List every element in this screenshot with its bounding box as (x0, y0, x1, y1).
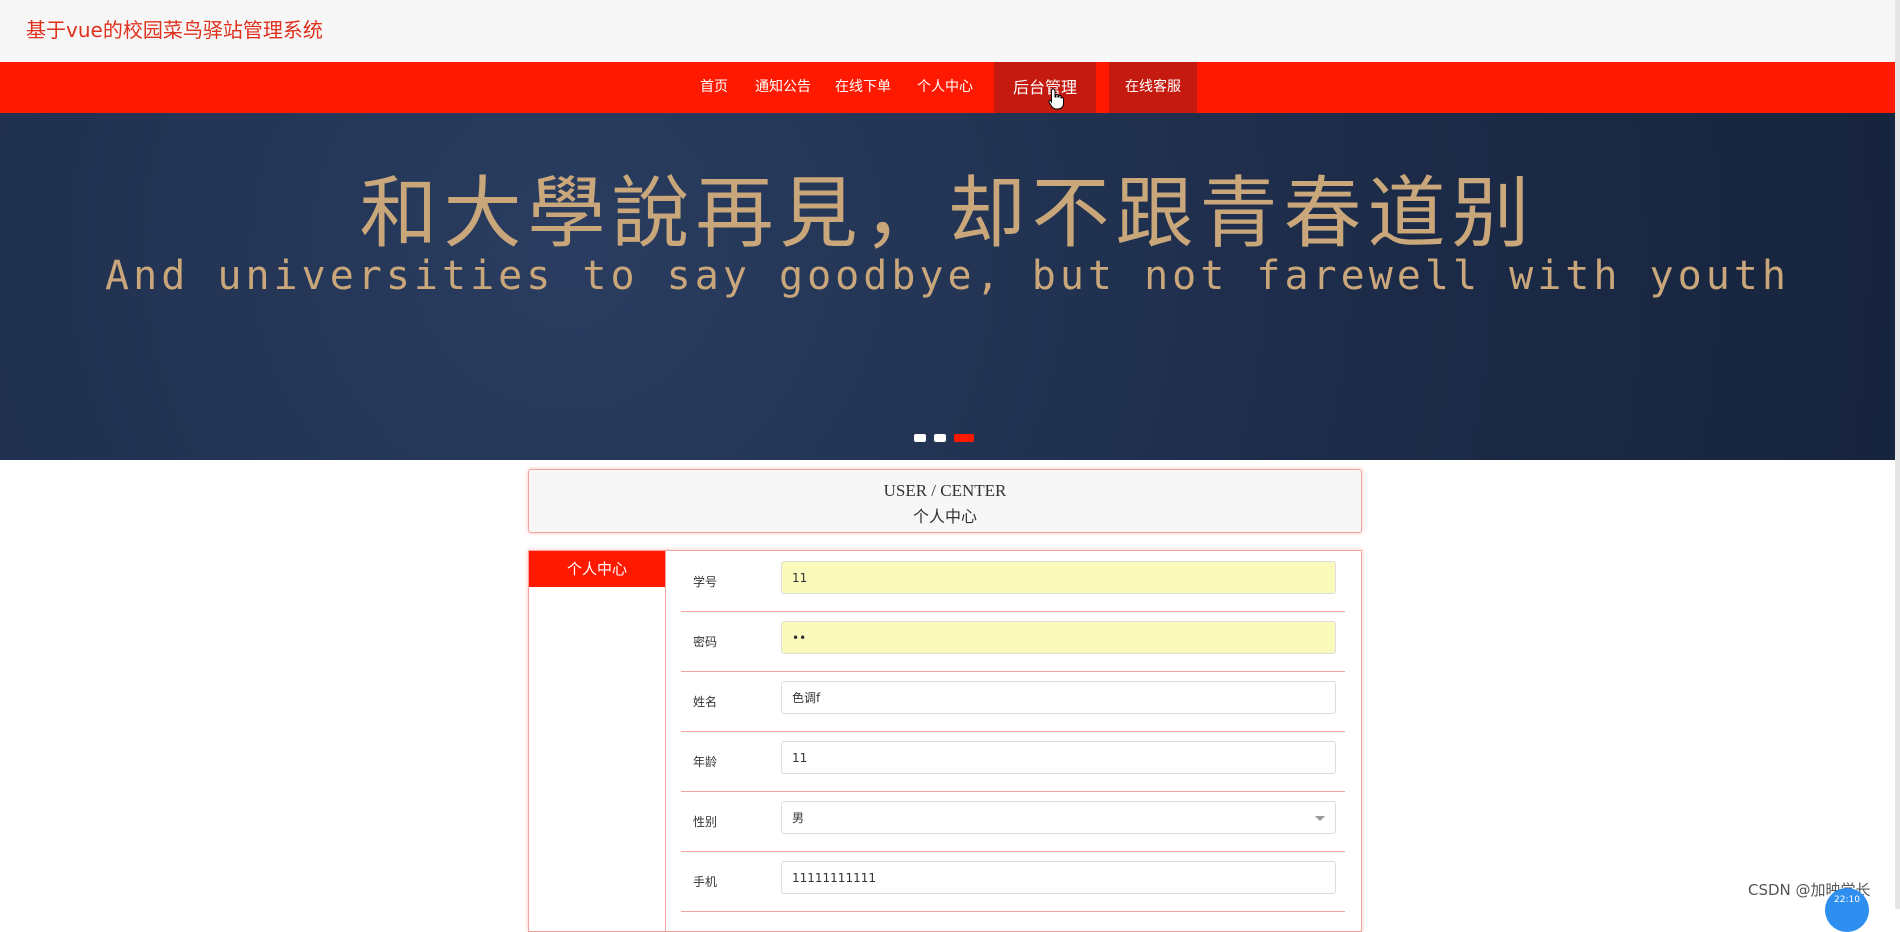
age-label: 年龄 (693, 755, 718, 769)
form-row-phone: 手机 11111111111 (681, 851, 1345, 912)
floating-clock-badge[interactable]: 22:10 (1825, 888, 1869, 932)
page-scrollbar[interactable] (1895, 0, 1900, 909)
carousel-dot-1[interactable] (914, 434, 926, 442)
main-nav: 首页 通知公告 在线下单 个人中心 后台管理 在线客服 (0, 62, 1895, 113)
carousel-dot-3[interactable] (954, 434, 974, 442)
hero-banner[interactable]: 和大學說再見，却不跟青春道别 And universities to say g… (0, 113, 1895, 460)
name-label: 姓名 (693, 695, 718, 709)
user-center-heading: USER / CENTER 个人中心 (528, 469, 1362, 533)
form-row-student-id: 学号 11 (681, 551, 1345, 612)
name-input[interactable]: 色调f (781, 681, 1336, 714)
nav-item-order-online[interactable]: 在线下单 (830, 62, 896, 113)
gender-label: 性别 (693, 815, 718, 829)
nav-item-user-center[interactable]: 个人中心 (910, 62, 980, 113)
form-row-age: 年龄 11 (681, 731, 1345, 792)
user-center-title-en: USER / CENTER (883, 481, 1007, 500)
gender-selected-value: 男 (792, 811, 805, 825)
password-label: 密码 (693, 635, 718, 649)
banner-headline-en: And universities to say goodbye, but not… (105, 253, 1790, 299)
chevron-down-icon (1315, 816, 1325, 821)
form-row-gender: 性别 男 (681, 791, 1345, 852)
carousel-dot-2[interactable] (934, 434, 946, 442)
sidebar-divider (665, 551, 666, 931)
age-input[interactable]: 11 (781, 741, 1336, 774)
form-row-name: 姓名 色调f (681, 671, 1345, 732)
gender-select[interactable]: 男 (781, 801, 1336, 834)
student-id-label: 学号 (693, 575, 718, 589)
hand-cursor-icon (1048, 88, 1064, 110)
site-title[interactable]: 基于vue的校园菜鸟驿站管理系统 (26, 14, 323, 43)
nav-item-notices[interactable]: 通知公告 (750, 62, 816, 113)
nav-item-admin[interactable]: 后台管理 (994, 62, 1096, 113)
phone-label: 手机 (693, 875, 718, 889)
nav-item-customer-service[interactable]: 在线客服 (1109, 62, 1197, 113)
user-center-panel: 个人中心 学号 11 密码 •• 姓名 色调f 年龄 11 性别 男 手机 11… (528, 550, 1362, 932)
form-row-password: 密码 •• (681, 611, 1345, 672)
phone-input[interactable]: 11111111111 (781, 861, 1336, 894)
sidebar-item-user-center[interactable]: 个人中心 (529, 551, 665, 587)
nav-item-home[interactable]: 首页 (690, 62, 738, 113)
banner-headline-cn: 和大學說再見，却不跟青春道别 (359, 169, 1536, 259)
user-center-title-cn: 个人中心 (912, 507, 977, 526)
student-id-input[interactable]: 11 (781, 561, 1336, 594)
top-header: 基于vue的校园菜鸟驿站管理系统 (0, 0, 1900, 63)
password-input[interactable]: •• (781, 621, 1336, 654)
